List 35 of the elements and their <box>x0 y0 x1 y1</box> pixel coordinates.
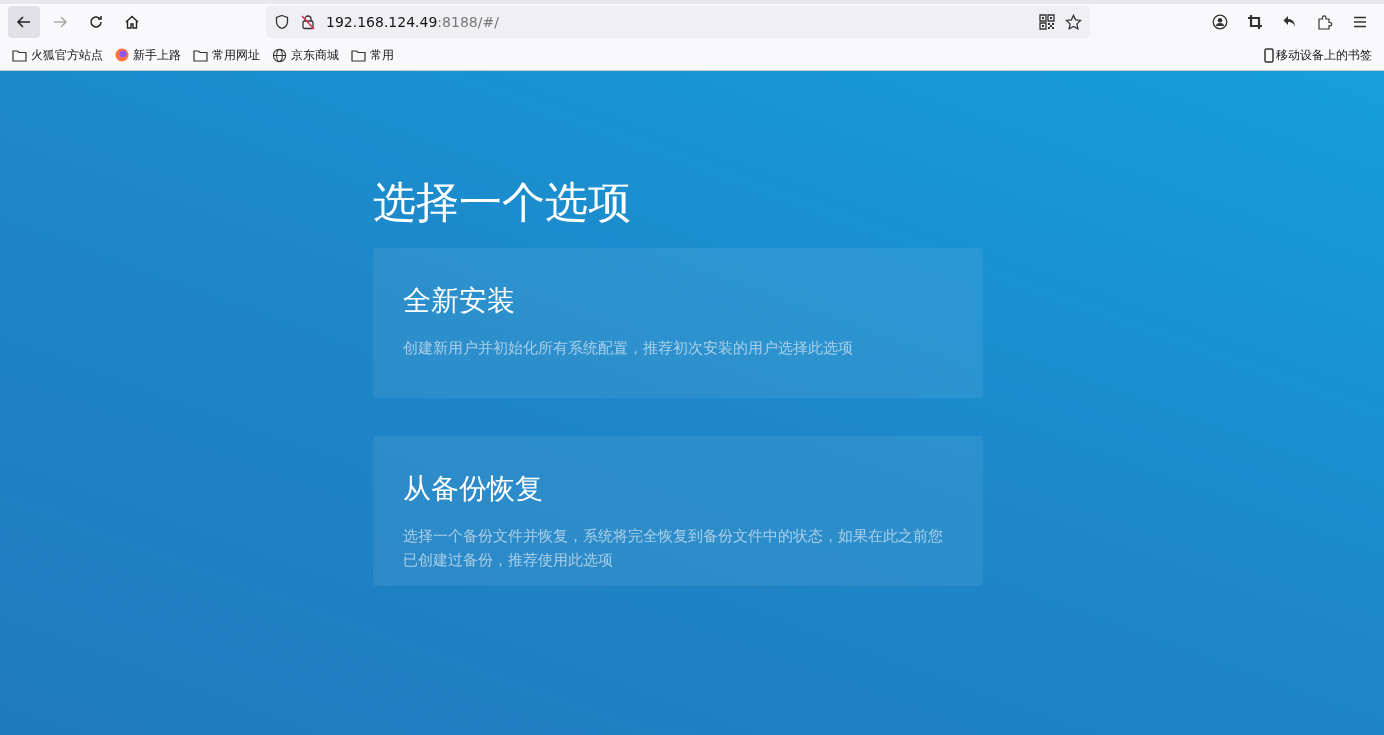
folder-icon <box>12 48 27 62</box>
url-host: 192.168.124.49 <box>326 14 438 30</box>
option-description: 创建新用户并初始化所有系统配置，推荐初次安装的用户选择此选项 <box>403 339 854 359</box>
back-button[interactable] <box>8 6 40 38</box>
star-icon[interactable] <box>1065 13 1082 31</box>
mobile-bookmarks-item[interactable]: 移动设备上的书签 <box>1264 46 1372 64</box>
browser-logo-icon <box>115 48 129 62</box>
puzzle-piece-icon[interactable] <box>1317 14 1333 30</box>
option-card[interactable]: 从备份恢复 选择一个备份文件并恢复，系统将完全恢复到备份文件中的状态，如果在此之前您已创建过备份，推荐使用此选项 <box>373 436 983 587</box>
crop-icon[interactable] <box>1247 14 1263 30</box>
bookmark-item[interactable]: 常用 <box>351 46 394 64</box>
reload-icon <box>88 14 104 30</box>
option-description: 选择一个备份文件并恢复，系统将完全恢复到备份文件中的状态，如果在此之前您已创建过备份，推荐使用此选项 <box>403 527 944 571</box>
option-title: 从备份恢复 <box>403 471 544 508</box>
qr-code-icon[interactable] <box>1039 14 1055 30</box>
bookmark-item[interactable]: 京东商城 <box>272 46 339 64</box>
globe-icon <box>272 47 287 63</box>
bookmark-item[interactable]: 新手上路 <box>115 46 181 64</box>
menu-icon[interactable] <box>1352 14 1368 30</box>
account-icon[interactable] <box>1212 14 1228 30</box>
phone-icon <box>1264 47 1274 63</box>
bookmark-item[interactable]: 常用网址 <box>193 46 260 64</box>
home-icon <box>124 14 140 30</box>
address-bar[interactable]: 192.168.124.49:8188/#/ <box>266 6 1090 38</box>
forward-arrow-icon <box>52 14 68 30</box>
folder-icon <box>193 48 208 62</box>
folder-icon <box>351 48 366 62</box>
option-title: 全新安装 <box>403 283 516 320</box>
option-card[interactable]: 全新安装 创建新用户并初始化所有系统配置，推荐初次安装的用户选择此选项 <box>373 248 983 399</box>
page-title: 选择一个选项 <box>373 179 632 227</box>
url-path: :8188/#/ <box>437 14 499 30</box>
shield-icon <box>274 14 290 30</box>
back-arrow-icon <box>16 14 32 30</box>
bookmark-item[interactable]: 火狐官方站点 <box>12 46 103 64</box>
insecure-lock-icon <box>300 14 316 30</box>
